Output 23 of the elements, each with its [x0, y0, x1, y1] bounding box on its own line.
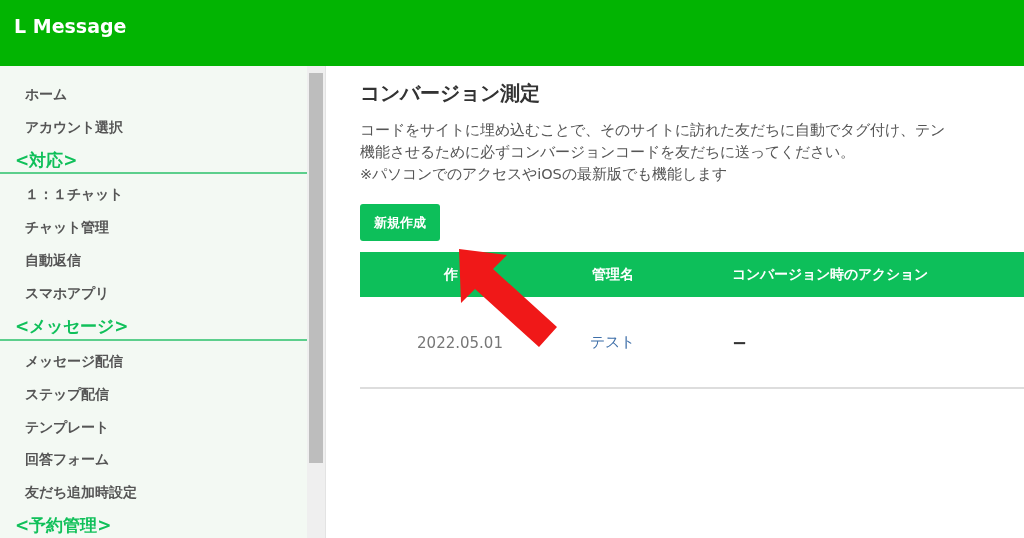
sidebar-item[interactable]: １：１チャット: [0, 183, 308, 217]
description-line: 機能させるために必ずコンバージョンコードを友だちに送ってください。: [360, 143, 856, 162]
sidebar-item[interactable]: ホーム: [0, 83, 308, 116]
app-title: L Message: [14, 15, 127, 37]
sidebar-item[interactable]: 回答フォーム: [0, 448, 308, 482]
sidebar-section-heading: <メッセージ>: [14, 315, 130, 339]
dash-mark: −: [732, 331, 748, 353]
sidebar-item[interactable]: ステップ配信: [0, 382, 308, 416]
page-title: コンバージョン測定: [360, 80, 541, 107]
description-line: コードをサイトに埋め込むことで、そのサイトに訪れた友だちに自動でタグ付け、テン: [360, 121, 946, 140]
sidebar-item[interactable]: テンプレート: [0, 415, 308, 449]
sidebar-section-heading: <対応>: [14, 148, 79, 172]
sidebar-item[interactable]: スマホアプリ: [0, 282, 308, 316]
name-link[interactable]: テスト: [590, 333, 635, 351]
table-cell: 2022.05.01: [417, 333, 503, 352]
description-line: ※パソコンでのアクセスやiOSの最新版でも機能します: [360, 165, 728, 184]
sidebar-item[interactable]: 友だち追加時設定: [0, 481, 308, 515]
sidebar-item[interactable]: 自動返信: [0, 249, 308, 283]
sidebar-item[interactable]: メッセージ配信: [0, 349, 308, 383]
scrollbar[interactable]: [307, 66, 325, 538]
sidebar-section-heading: <予約管理>: [14, 514, 113, 538]
sidebar-item[interactable]: チャット管理: [0, 216, 308, 250]
sidebar-item[interactable]: アカウント選択: [0, 115, 308, 149]
